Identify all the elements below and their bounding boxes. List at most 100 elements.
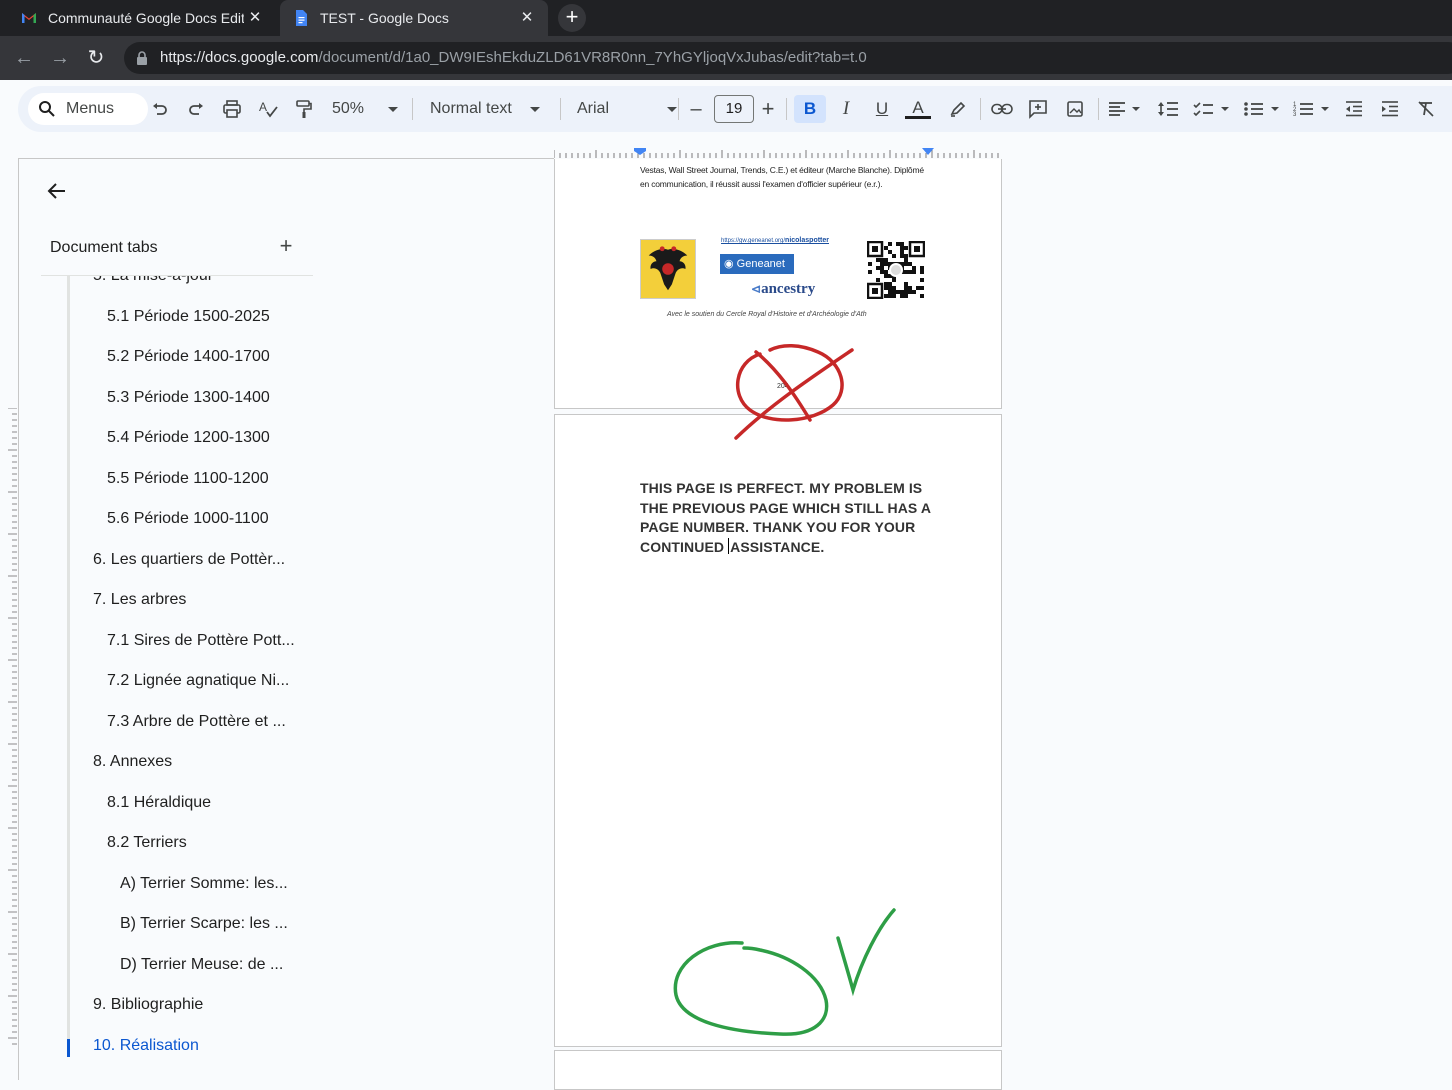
outline-item[interactable]: D) Terrier Meuse: de ... xyxy=(120,956,283,974)
italic-button[interactable]: I xyxy=(832,95,860,123)
tab-title: Communauté Google Docs Editors xyxy=(48,10,244,26)
document-page[interactable] xyxy=(554,1050,1002,1090)
underline-button[interactable]: U xyxy=(868,95,896,123)
page-body-text[interactable]: THIS PAGE IS PERFECT. MY PROBLEM IS THE … xyxy=(640,479,940,557)
outline-item[interactable]: 5.4 Période 1200-1300 xyxy=(107,429,270,447)
outline-item[interactable]: 7.1 Sires de Pottère Pott... xyxy=(107,632,295,650)
zoom-value: 50% xyxy=(332,100,365,117)
checklist-icon[interactable] xyxy=(1192,95,1232,123)
reload-icon[interactable]: ↻ xyxy=(82,44,110,72)
paint-format-icon[interactable] xyxy=(290,95,318,123)
geneanet-link[interactable]: https://gw.geneanet.org/nicolaspotter xyxy=(721,237,829,244)
toolbar-divider xyxy=(980,98,981,120)
outline-item[interactable]: 6. Les quartiers de Pottèr... xyxy=(93,551,285,569)
browser-tab-docs[interactable]: TEST - Google Docs ✕ xyxy=(280,0,548,36)
forward-arrow-icon[interactable]: → xyxy=(46,44,74,72)
zoom-select[interactable]: 50% xyxy=(332,95,399,123)
paragraph-style-select[interactable]: Normal text xyxy=(430,95,540,123)
increase-font-size-button[interactable]: + xyxy=(756,95,780,123)
bulleted-list-icon[interactable] xyxy=(1242,95,1282,123)
outline-item[interactable]: A) Terrier Somme: les... xyxy=(120,875,288,893)
text-color-button[interactable]: A xyxy=(904,95,932,123)
outline-item[interactable]: 8. Annexes xyxy=(93,753,172,771)
undo-icon[interactable] xyxy=(146,95,174,123)
chevron-down-icon xyxy=(529,106,540,112)
outline-item[interactable]: 5.1 Période 1500-2025 xyxy=(107,308,270,326)
numbered-list-icon[interactable]: 123 xyxy=(1292,95,1332,123)
text-color-icon: A xyxy=(912,97,924,117)
svg-text:A: A xyxy=(259,100,267,114)
highlight-pen-icon[interactable] xyxy=(944,95,972,123)
ancestry-logo-text: ancestry xyxy=(761,281,816,297)
bold-button[interactable]: B xyxy=(794,95,826,123)
page-number: 204 xyxy=(777,383,789,390)
document-outline-sidebar: Document tabs + 5. La mise-à-jour 5.1 Pér… xyxy=(18,158,554,1080)
spellcheck-icon[interactable]: A xyxy=(254,95,282,123)
font-family-value: Arial xyxy=(577,100,610,117)
line-spacing-icon[interactable] xyxy=(1154,95,1182,123)
search-label: Menus xyxy=(66,100,115,117)
increase-indent-icon[interactable] xyxy=(1376,95,1404,123)
outline-item[interactable]: 5.3 Période 1300-1400 xyxy=(107,389,270,407)
active-outline-indicator xyxy=(67,1039,70,1057)
url-host: https://docs.google.com xyxy=(160,49,319,66)
print-icon[interactable] xyxy=(218,95,246,123)
toolbar-divider xyxy=(678,98,679,120)
redo-icon[interactable] xyxy=(182,95,210,123)
page-body-text: Vestas, Wall Street Journal, Trends, C.E… xyxy=(640,163,940,191)
back-arrow-icon[interactable] xyxy=(45,179,69,203)
decrease-font-size-button[interactable]: – xyxy=(684,95,708,123)
vertical-ruler xyxy=(8,408,17,1045)
outline-item[interactable]: 8.1 Héraldique xyxy=(107,794,211,812)
text-line: en communication, il réussit aussi l'exa… xyxy=(640,179,883,189)
outline-item[interactable]: 5.2 Période 1400-1700 xyxy=(107,348,270,366)
align-left-icon[interactable] xyxy=(1106,95,1142,123)
outline-item[interactable]: 7. Les arbres xyxy=(93,591,186,609)
outline-item[interactable]: 9. Bibliographie xyxy=(93,996,203,1014)
qr-code-image xyxy=(867,241,925,299)
font-size-input[interactable]: 19 xyxy=(714,95,754,123)
link-prefix: https://gw.geneanet.org/ xyxy=(721,238,786,244)
outline-item[interactable]: B) Terrier Scarpe: les ... xyxy=(120,915,288,933)
outline-track xyxy=(67,276,70,1056)
font-family-select[interactable]: Arial xyxy=(577,95,678,123)
lock-icon xyxy=(137,51,147,65)
search-menus-input[interactable]: Menus xyxy=(28,93,148,125)
insert-image-icon[interactable] xyxy=(1061,95,1089,123)
outline-item[interactable]: 10. Réalisation xyxy=(93,1037,199,1055)
add-comment-icon[interactable] xyxy=(1024,95,1052,123)
geneanet-logo: ◉ Geneanet xyxy=(720,254,794,274)
outline-item[interactable]: 8.2 Terriers xyxy=(107,834,187,852)
url-path: /document/d/1a0_DW9IEshEkduZLD61VR8R0nn_… xyxy=(318,49,867,66)
document-page[interactable]: Vestas, Wall Street Journal, Trends, C.E… xyxy=(554,159,1002,409)
document-page[interactable]: THIS PAGE IS PERFECT. MY PROBLEM IS THE … xyxy=(554,414,1002,1047)
ancestry-logo: ⊲ancestry xyxy=(751,281,816,297)
outline-item[interactable]: 7.2 Lignée agnatique Ni... xyxy=(107,672,289,690)
text-line: Vestas, Wall Street Journal, Trends, C.E… xyxy=(640,165,924,175)
browser-tab-bar: Communauté Google Docs Editors ✕ TEST - … xyxy=(0,0,1452,36)
gmail-icon xyxy=(22,13,36,23)
outline-item[interactable]: 7.3 Arbre de Pottère et ... xyxy=(107,713,286,731)
document-tabs-title: Document tabs xyxy=(50,239,158,256)
horizontal-ruler xyxy=(554,148,999,158)
toolbar-divider xyxy=(786,98,787,120)
search-icon xyxy=(39,101,55,117)
new-tab-button[interactable]: + xyxy=(558,4,586,32)
clear-formatting-icon[interactable] xyxy=(1412,95,1440,123)
chevron-down-icon xyxy=(667,106,678,112)
toolbar-divider xyxy=(412,98,413,120)
add-tab-button[interactable]: + xyxy=(275,235,297,257)
url-input[interactable]: https://docs.google.com/document/d/1a0_D… xyxy=(124,42,1452,74)
back-arrow-icon[interactable]: ← xyxy=(10,44,38,72)
decrease-indent-icon[interactable] xyxy=(1340,95,1368,123)
coat-of-arms-image xyxy=(640,239,696,299)
close-icon[interactable]: ✕ xyxy=(246,9,264,27)
insert-link-icon[interactable] xyxy=(988,95,1016,123)
outline-item[interactable]: 5.5 Période 1100-1200 xyxy=(107,470,269,488)
close-icon[interactable]: ✕ xyxy=(518,9,536,27)
outline-item[interactable]: 5. La mise-à-jour xyxy=(93,276,213,285)
outline-item[interactable]: 5.6 Période 1000-1100 xyxy=(107,510,269,528)
tab-title: TEST - Google Docs xyxy=(320,10,449,26)
browser-tab-gmail[interactable]: Communauté Google Docs Editors ✕ xyxy=(8,0,276,36)
docs-toolbar: Menus A 50% Normal text Arial – 19 + B I… xyxy=(18,86,1452,132)
